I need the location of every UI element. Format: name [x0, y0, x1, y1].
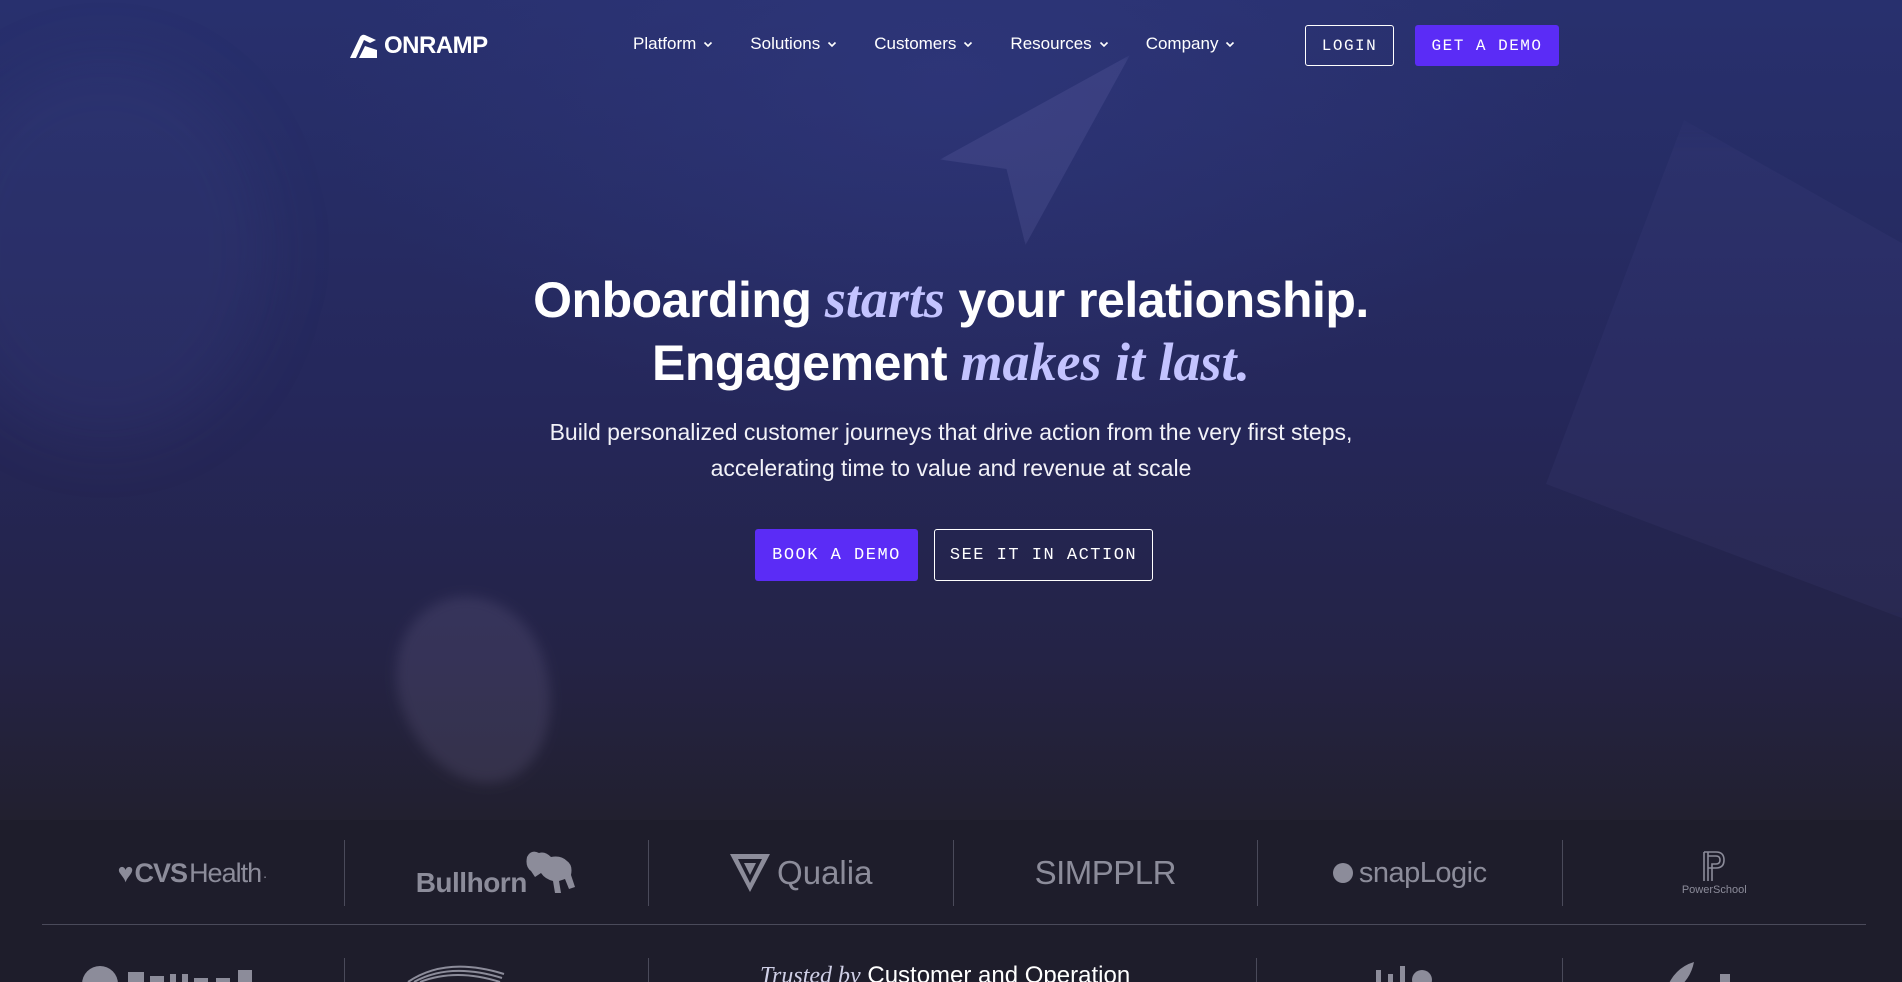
- book-a-demo-button[interactable]: BOOK A DEMO: [755, 529, 918, 581]
- brand-name: ONRAMP: [384, 32, 488, 59]
- bull-icon: [526, 851, 575, 893]
- nav-item-solutions[interactable]: Solutions: [750, 34, 837, 54]
- nav-item-company[interactable]: Company: [1146, 34, 1236, 54]
- headline-line-1: Onboarding starts your relationship.: [533, 269, 1369, 329]
- nav-item-platform[interactable]: Platform: [633, 34, 713, 54]
- nav-item-label: Platform: [633, 34, 697, 53]
- login-button[interactable]: LOGIN: [1305, 25, 1394, 66]
- powerschool-mark-icon: [1703, 851, 1726, 881]
- top-navigation: ONRAMP Platform Solutions Customers Reso…: [0, 0, 1902, 92]
- powerschool-logo: PowerSchool: [1682, 850, 1747, 896]
- heart-icon: ♥: [117, 857, 134, 888]
- customer-logo-powerschool: PowerSchool: [1561, 840, 1867, 906]
- headline-line-2: Engagement makes it last.: [652, 332, 1250, 392]
- customer-logo-cvs-health: ♥ CVS Health.: [40, 840, 344, 906]
- customer-logo-strip: ♥ CVS Health. Bullhorn Qualia SIMPPLR sn…: [0, 820, 1902, 982]
- partial-customer-logo: [1376, 966, 1432, 982]
- hero-subheading: Build personalized customer journeys tha…: [549, 419, 1353, 481]
- snaplogic-logo: snapLogic: [1332, 857, 1487, 890]
- customer-logo-simpplr: SIMPPLR: [952, 840, 1258, 906]
- onramp-logo[interactable]: ONRAMP: [348, 32, 488, 60]
- partial-customer-logo: [407, 965, 505, 982]
- onramp-logo-icon: [350, 34, 377, 58]
- trusted-by-heading: Trusted by Customer and Operation: [760, 962, 1131, 982]
- logo-divider: [1256, 958, 1257, 982]
- nav-item-label: Company: [1145, 34, 1219, 53]
- logo-row-divider: [42, 924, 1866, 925]
- chevron-down-icon: [704, 41, 713, 48]
- chevron-down-icon: [1099, 41, 1108, 48]
- chevron-down-icon: [1226, 41, 1235, 48]
- snaplogic-dot-icon: [1332, 863, 1353, 883]
- qualia-logo: Qualia: [729, 853, 872, 893]
- get-a-demo-button[interactable]: GET A DEMO: [1415, 25, 1559, 66]
- customer-logo-bullhorn: Bullhorn: [343, 840, 649, 906]
- simpplr-logo: SIMPPLR: [1034, 854, 1177, 891]
- customer-logo-qualia: Qualia: [648, 840, 953, 906]
- nav-item-resources[interactable]: Resources: [1010, 34, 1108, 54]
- customer-logos-row: ♥ CVS Health. Bullhorn Qualia SIMPPLR sn…: [40, 840, 1866, 906]
- nav-item-label: Resources: [1010, 34, 1092, 53]
- chevron-down-icon: [828, 41, 837, 48]
- hero-section: ONRAMP Platform Solutions Customers Reso…: [0, 0, 1902, 820]
- nav-item-customers[interactable]: Customers: [874, 34, 973, 54]
- main-menu: Platform Solutions Customers Resources C…: [633, 34, 1235, 54]
- partial-customer-logo: [82, 966, 252, 982]
- see-it-in-action-button[interactable]: SEE IT IN ACTION: [934, 529, 1153, 581]
- nav-item-label: Customers: [874, 34, 957, 53]
- background-drop-shape: [374, 576, 576, 804]
- chevron-down-icon: [964, 41, 973, 48]
- customer-logo-snaplogic: snapLogic: [1257, 840, 1562, 906]
- rocket-icon: [1669, 962, 1730, 982]
- cvs-health-logo: ♥ CVS Health.: [117, 857, 267, 888]
- hero-headline: Onboarding starts your relationship. Eng…: [0, 268, 1902, 394]
- qualia-mark-icon: [730, 854, 771, 892]
- logo-divider: [648, 958, 649, 982]
- logo-divider: [1562, 958, 1563, 982]
- logo-divider: [344, 958, 345, 982]
- bullhorn-logo: Bullhorn: [416, 847, 577, 899]
- nav-item-label: Solutions: [750, 34, 821, 53]
